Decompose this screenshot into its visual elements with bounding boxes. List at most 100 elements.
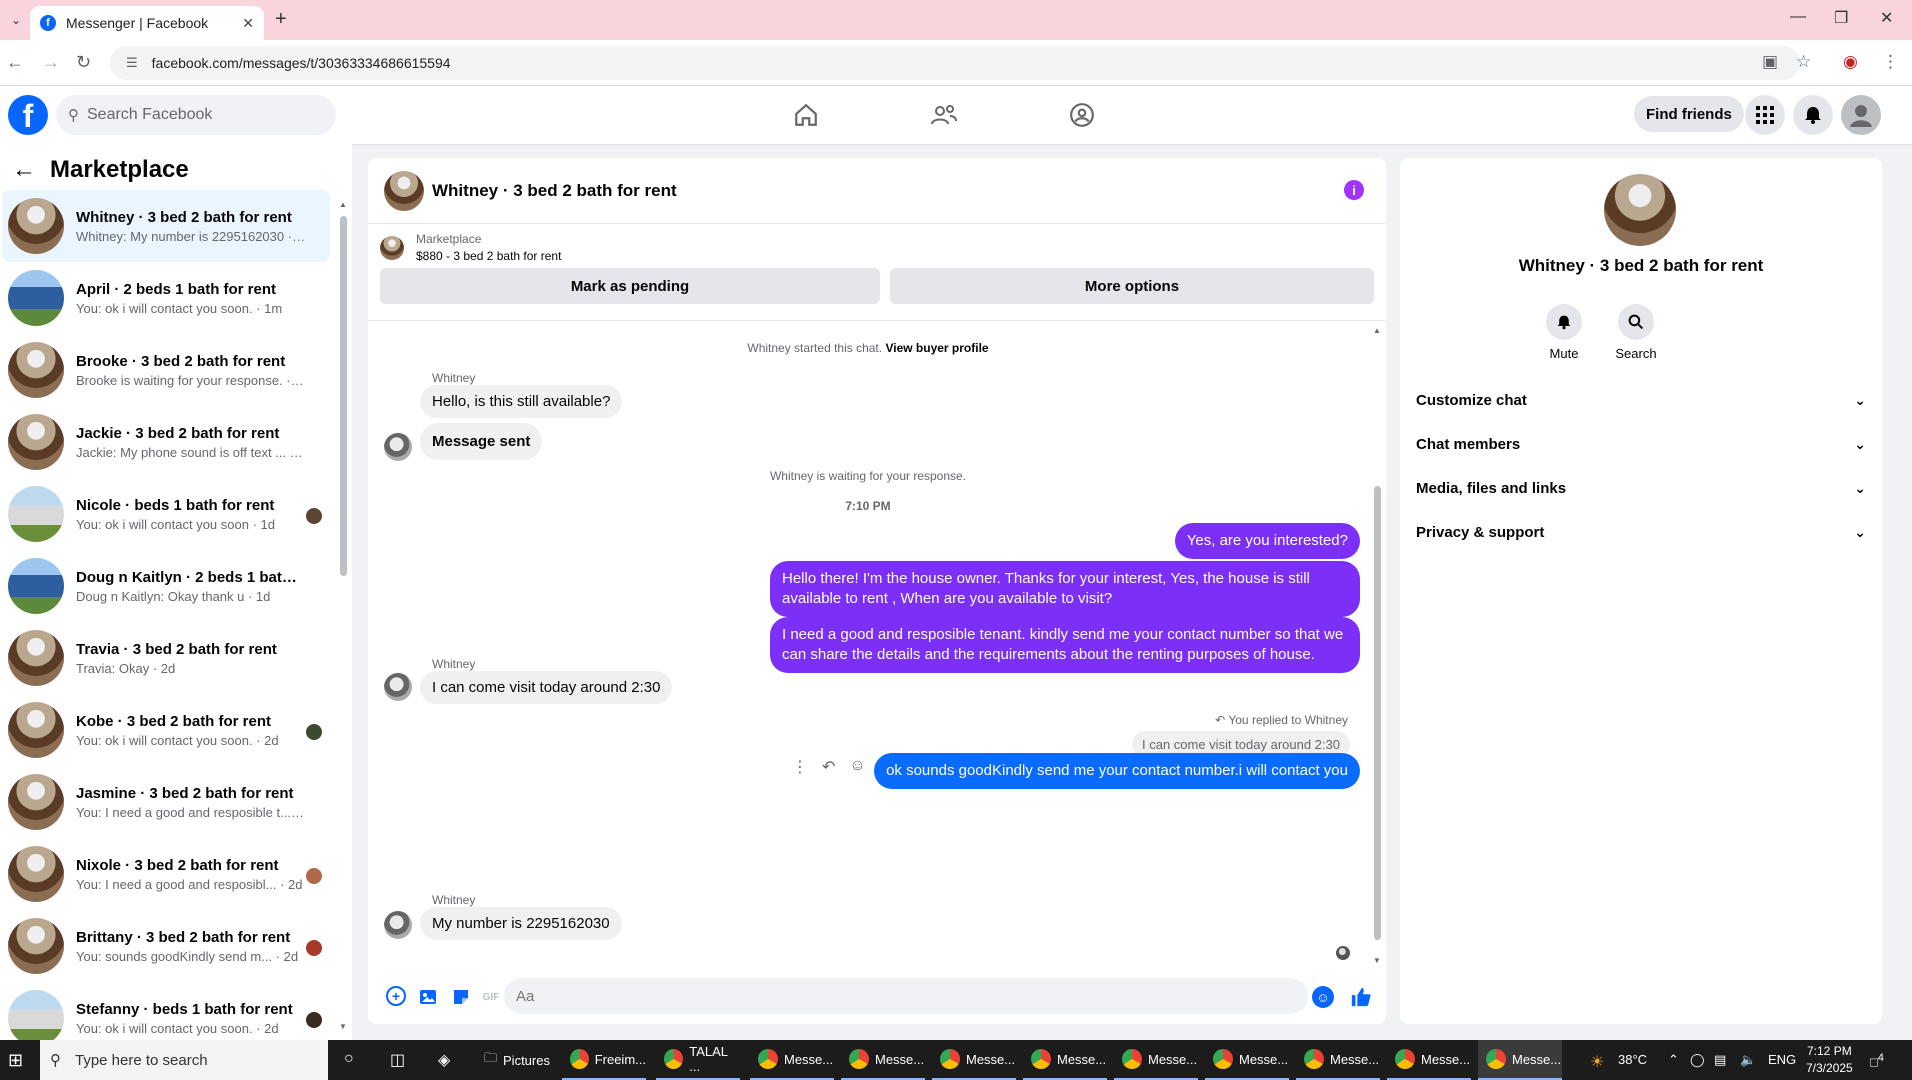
scroll-up-icon[interactable]: ▲ bbox=[339, 200, 347, 209]
home-icon[interactable] bbox=[790, 100, 822, 130]
taskbar-app[interactable]: Messe... bbox=[1205, 1040, 1289, 1080]
conversation-item[interactable]: Brooke · 3 bed 2 bath for rent Brooke is … bbox=[2, 334, 330, 406]
chat-scrollbar[interactable]: ▲ ▼ bbox=[1372, 326, 1382, 966]
account-avatar[interactable] bbox=[1841, 95, 1881, 135]
taskbar-app[interactable]: Messe... bbox=[1387, 1040, 1471, 1080]
more-options-button[interactable]: More options bbox=[890, 268, 1374, 304]
language-indicator[interactable]: ENG bbox=[1768, 1052, 1796, 1067]
conversation-item[interactable]: Nixole · 3 bed 2 bath for rent You: I nee… bbox=[2, 838, 330, 910]
conversation-item[interactable]: Stefanny · beds 1 bath for rent You: ok i… bbox=[2, 982, 330, 1040]
windows-start-icon[interactable]: ⊞ bbox=[8, 1050, 23, 1071]
incoming-message[interactable]: My number is 2295162030 bbox=[420, 907, 622, 940]
groups-icon[interactable] bbox=[1066, 100, 1098, 130]
react-emoji-icon[interactable]: ☺ bbox=[849, 757, 865, 777]
scrollbar-thumb[interactable] bbox=[1374, 486, 1381, 940]
sender-avatar[interactable] bbox=[384, 911, 412, 939]
search-in-chat-button[interactable]: Search bbox=[1606, 304, 1666, 361]
reply-icon[interactable]: ↶ bbox=[822, 757, 835, 777]
site-info-icon[interactable]: ☰ bbox=[126, 55, 138, 71]
app-icon[interactable]: ◈ bbox=[438, 1050, 450, 1070]
incoming-message[interactable]: Hello, is this still available? bbox=[420, 385, 623, 418]
tab-close-icon[interactable]: ✕ bbox=[242, 15, 254, 32]
forward-icon[interactable]: → bbox=[42, 52, 60, 73]
menu-grid-icon[interactable] bbox=[1745, 95, 1785, 135]
plus-icon[interactable]: + bbox=[386, 986, 406, 1006]
taskbar-app[interactable]: Messe... bbox=[1023, 1040, 1107, 1080]
reload-icon[interactable]: ↻ bbox=[76, 52, 91, 73]
scroll-down-icon[interactable]: ▼ bbox=[1373, 956, 1381, 965]
conversation-item[interactable]: Whitney · 3 bed 2 bath for rent Whitney: … bbox=[2, 190, 330, 262]
chat-avatar[interactable] bbox=[384, 170, 424, 211]
find-friends-button[interactable]: Find friends bbox=[1634, 96, 1744, 132]
notification-center-icon[interactable]: □4 bbox=[1870, 1052, 1884, 1069]
mark-as-pending-button[interactable]: Mark as pending bbox=[380, 268, 880, 304]
install-app-icon[interactable]: ▣ bbox=[1762, 52, 1778, 72]
more-icon[interactable]: ⋮ bbox=[792, 757, 808, 777]
volume-icon[interactable]: 🔈 bbox=[1740, 1052, 1756, 1068]
url-field[interactable]: ☰ facebook.com/messages/t/30363334686615… bbox=[110, 46, 1800, 80]
taskbar-search-input[interactable]: ⚲ Type here to search bbox=[40, 1040, 328, 1080]
gif-icon[interactable]: GIF bbox=[480, 986, 502, 1008]
incoming-message[interactable]: Message sent bbox=[420, 423, 543, 460]
outgoing-message[interactable]: Yes, are you interested? bbox=[1174, 523, 1360, 559]
friends-icon[interactable] bbox=[928, 100, 960, 130]
view-buyer-profile-link[interactable]: View buyer profile bbox=[885, 341, 988, 355]
task-view-icon[interactable]: ◫ bbox=[390, 1050, 405, 1070]
cortana-icon[interactable]: ○ bbox=[344, 1050, 354, 1068]
browser-menu-icon[interactable]: ⋮ bbox=[1882, 52, 1899, 72]
outgoing-message[interactable]: ok sounds goodKindly send me your contac… bbox=[874, 753, 1360, 789]
notifications-bell-icon[interactable] bbox=[1793, 95, 1833, 135]
facebook-search-input[interactable]: ⚲ Search Facebook bbox=[56, 95, 336, 135]
conversation-item[interactable]: Jackie · 3 bed 2 bath for rent Jackie: My… bbox=[2, 406, 330, 478]
tray-app-icon[interactable]: ◯ bbox=[1690, 1052, 1705, 1068]
new-tab-icon[interactable]: + bbox=[275, 8, 287, 31]
scroll-down-icon[interactable]: ▼ bbox=[339, 1022, 347, 1031]
conversation-item[interactable]: Travia · 3 bed 2 bath for rent Travia: Ok… bbox=[2, 622, 330, 694]
taskbar-app[interactable]: 🗀 Pictures bbox=[476, 1040, 552, 1080]
taskbar-app[interactable]: Freeim... bbox=[562, 1040, 646, 1080]
taskbar-app-active[interactable]: Messe... bbox=[1478, 1040, 1562, 1080]
conversation-item[interactable]: Brittany · 3 bed 2 bath for rent You: sou… bbox=[2, 910, 330, 982]
emoji-icon[interactable]: ☺ bbox=[1312, 986, 1334, 1008]
network-icon[interactable]: ▤ bbox=[1714, 1052, 1726, 1068]
sender-avatar[interactable] bbox=[384, 433, 412, 461]
media-files-links-section[interactable]: Media, files and links ⌄ bbox=[1416, 470, 1866, 506]
outgoing-message[interactable]: Hello there! I'm the house owner. Thanks… bbox=[770, 561, 1360, 617]
contact-avatar[interactable] bbox=[1604, 174, 1676, 246]
sidebar-scrollbar[interactable]: ▲ ▼ bbox=[338, 200, 348, 1034]
like-thumb-icon[interactable] bbox=[1348, 984, 1374, 1010]
taskbar-app[interactable]: Messe... bbox=[932, 1040, 1016, 1080]
taskbar-app[interactable]: TALAL ... bbox=[656, 1040, 740, 1080]
browser-tab[interactable]: f Messenger | Facebook ✕ bbox=[30, 6, 264, 40]
tab-search-icon[interactable]: ⌄ bbox=[4, 8, 28, 32]
tray-chevron-up-icon[interactable]: ⌃ bbox=[1668, 1052, 1679, 1068]
back-icon[interactable]: ← bbox=[6, 52, 24, 73]
taskbar-app[interactable]: Messe... bbox=[1296, 1040, 1380, 1080]
taskbar-app[interactable]: Messe... bbox=[1114, 1040, 1198, 1080]
conversation-item[interactable]: Jasmine · 3 bed 2 bath for rent You: I ne… bbox=[2, 766, 330, 838]
photo-icon[interactable] bbox=[418, 986, 440, 1008]
customize-chat-section[interactable]: Customize chat ⌄ bbox=[1416, 382, 1866, 418]
chat-members-section[interactable]: Chat members ⌄ bbox=[1416, 426, 1866, 462]
message-input[interactable] bbox=[504, 978, 1308, 1014]
weather-temp[interactable]: 38°C bbox=[1618, 1052, 1647, 1067]
bookmark-star-icon[interactable]: ☆ bbox=[1796, 52, 1811, 72]
mute-button[interactable]: Mute bbox=[1534, 304, 1594, 361]
taskbar-app[interactable]: Messe... bbox=[841, 1040, 925, 1080]
outgoing-message[interactable]: I need a good and resposible tenant. kin… bbox=[770, 617, 1360, 673]
restore-icon[interactable]: ❐ bbox=[1834, 8, 1848, 28]
conversation-item[interactable]: April · 2 beds 1 bath for rent You: ok i … bbox=[2, 262, 330, 334]
info-icon[interactable]: i bbox=[1344, 180, 1364, 200]
clock[interactable]: 7:12 PM 7/3/2025 bbox=[1806, 1043, 1853, 1077]
listing-thumbnail[interactable] bbox=[380, 236, 404, 260]
privacy-support-section[interactable]: Privacy & support ⌄ bbox=[1416, 514, 1866, 550]
back-arrow-icon[interactable]: ← bbox=[12, 156, 36, 184]
profile-icon[interactable]: ◉ bbox=[1843, 52, 1858, 72]
sender-avatar[interactable] bbox=[384, 673, 412, 701]
minimize-icon[interactable]: — bbox=[1790, 8, 1806, 26]
conversation-item[interactable]: Kobe · 3 bed 2 bath for rent You: ok i wi… bbox=[2, 694, 330, 766]
conversation-item[interactable]: Doug n Kaitlyn · 2 beds 1 bath f... Doug … bbox=[2, 550, 330, 622]
incoming-message[interactable]: I can come visit today around 2:30 bbox=[420, 671, 673, 704]
listing-price-title[interactable]: $880 - 3 bed 2 bath for rent bbox=[416, 249, 561, 263]
close-window-icon[interactable]: ✕ bbox=[1880, 8, 1893, 28]
